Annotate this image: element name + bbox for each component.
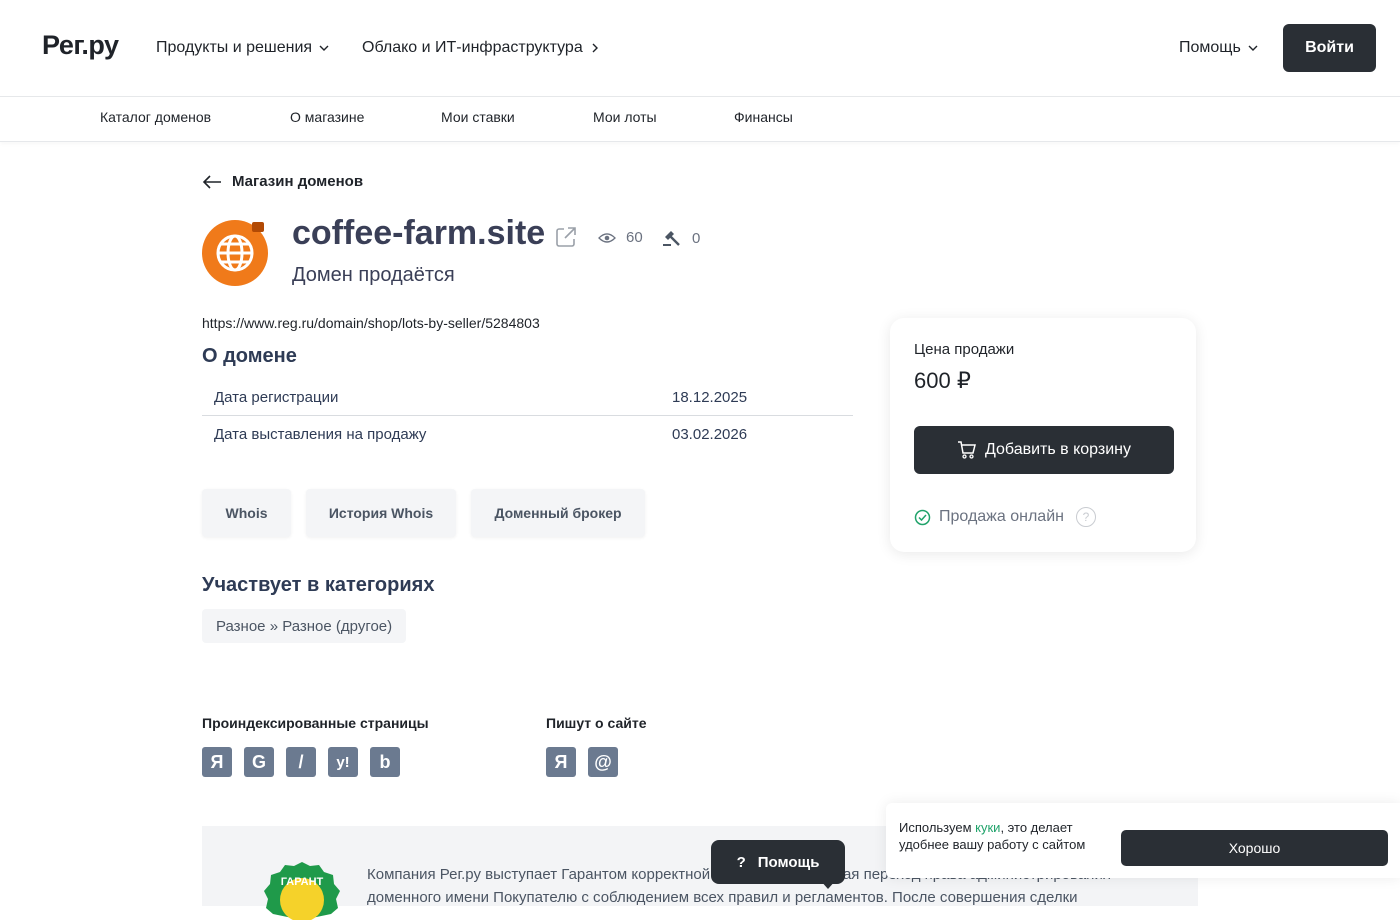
- nav-products-label: Продукты и решения: [156, 39, 313, 56]
- cookie-accept-button[interactable]: Хорошо: [1121, 830, 1388, 866]
- add-to-cart-label: Добавить в корзину: [984, 441, 1131, 458]
- bing-icon[interactable]: b: [370, 747, 400, 777]
- about-title: О домене: [202, 345, 297, 367]
- info-value: 18.12.2025: [672, 389, 748, 406]
- google-icon[interactable]: G: [244, 747, 274, 777]
- views-stat: 60: [598, 229, 643, 246]
- info-table: Дата регистрации 18.12.2025 Дата выставл…: [202, 379, 853, 453]
- arrow-left-icon: [202, 174, 221, 189]
- subnav-finance[interactable]: Финансы: [734, 109, 793, 125]
- cookie-link[interactable]: куки: [975, 820, 1000, 835]
- check-circle-icon: [914, 509, 931, 525]
- question-icon: ?: [736, 853, 746, 871]
- nav-cloud[interactable]: Облако и ИТ-инфраструктура: [362, 39, 601, 57]
- yandex-icon[interactable]: Я: [546, 747, 576, 777]
- eye-icon: [598, 232, 616, 243]
- external-link-icon[interactable]: [554, 225, 578, 249]
- cookie-text-before: Используем: [899, 820, 976, 835]
- domain-url: https://www.reg.ru/domain/shop/lots-by-s…: [202, 315, 540, 331]
- online-sale-label: Продажа онлайн: [939, 508, 1064, 525]
- domain-status: Домен продаётся: [292, 264, 455, 286]
- back-link[interactable]: Магазин доменов: [202, 173, 363, 190]
- indexed-title: Проиндексированные страницы: [202, 715, 429, 731]
- cart-icon: [957, 441, 976, 459]
- whois-history-button[interactable]: История Whois: [306, 489, 456, 537]
- nav-products[interactable]: Продукты и решения: [156, 39, 330, 57]
- back-link-label: Магазин доменов: [232, 173, 364, 190]
- help-chat-label: Помощь: [757, 853, 820, 871]
- cookie-banner: Используем куки, это делает удобнее вашу…: [886, 803, 1400, 878]
- subnav-catalog[interactable]: Каталог доменов: [100, 109, 211, 125]
- guarantee-badge-icon: ГАРАНТ: [264, 862, 340, 920]
- cookie-text: Используем куки, это делает удобнее вашу…: [899, 819, 1119, 853]
- domain-broker-button[interactable]: Доменный брокер: [471, 489, 645, 537]
- help-bubble-tail: [820, 880, 836, 889]
- yandex-icon[interactable]: Я: [202, 747, 232, 777]
- gavel-icon: [663, 231, 680, 246]
- domain-name: coffee-farm.site: [292, 214, 546, 252]
- info-row: Дата регистрации 18.12.2025: [202, 379, 853, 416]
- rambler-icon[interactable]: /: [286, 747, 316, 777]
- mail-icon[interactable]: @: [588, 747, 618, 777]
- header: Рег.ру Продукты и решения Облако и ИТ-ин…: [0, 0, 1400, 97]
- question-icon[interactable]: ?: [1075, 507, 1096, 527]
- subnav-about-shop[interactable]: О магазине: [290, 109, 364, 125]
- price-label: Цена продажи: [914, 341, 1015, 358]
- info-label: Дата регистрации: [214, 389, 339, 406]
- subnav-my-lots[interactable]: Мои лоты: [593, 109, 657, 125]
- nav-cloud-label: Облако и ИТ-инфраструктура: [362, 39, 583, 56]
- views-count: 60: [626, 229, 643, 246]
- domain-globe-icon: [202, 220, 268, 286]
- add-to-cart-button[interactable]: Добавить в корзину: [914, 426, 1174, 474]
- subnav: Каталог доменов О магазине Мои ставки Мо…: [0, 97, 1400, 142]
- categories-title: Участвует в категориях: [202, 574, 435, 596]
- globe-icon: [216, 234, 254, 272]
- help-chat-button[interactable]: ? Помощь: [711, 840, 845, 884]
- info-value: 03.02.2026: [672, 426, 748, 443]
- logo[interactable]: Рег.ру: [42, 30, 119, 61]
- whois-button[interactable]: Whois: [202, 489, 291, 537]
- chevron-down-icon: [1248, 45, 1258, 51]
- price-value: 600 ₽: [914, 368, 971, 393]
- bids-count: 0: [692, 229, 701, 247]
- price-card: Цена продажи 600 ₽ Добавить в корзину Пр…: [890, 318, 1196, 552]
- subnav-my-bids[interactable]: Мои ставки: [441, 109, 515, 125]
- mentions-title: Пишут о сайте: [546, 715, 647, 731]
- help-menu[interactable]: Помощь: [1179, 39, 1259, 57]
- yahoo-icon[interactable]: y!: [328, 747, 358, 777]
- help-menu-label: Помощь: [1179, 39, 1241, 56]
- login-button[interactable]: Войти: [1283, 24, 1376, 72]
- info-label: Дата выставления на продажу: [214, 426, 427, 443]
- chevron-down-icon: [319, 45, 329, 51]
- category-chip[interactable]: Разное » Разное (другое): [202, 609, 407, 643]
- chevron-right-icon: [592, 43, 598, 53]
- info-row: Дата выставления на продажу 03.02.2026: [202, 416, 853, 453]
- online-sale: Продажа онлайн ?: [914, 507, 1096, 527]
- badge-text: ГАРАНТ: [281, 876, 324, 888]
- bids-stat: 0: [662, 229, 700, 247]
